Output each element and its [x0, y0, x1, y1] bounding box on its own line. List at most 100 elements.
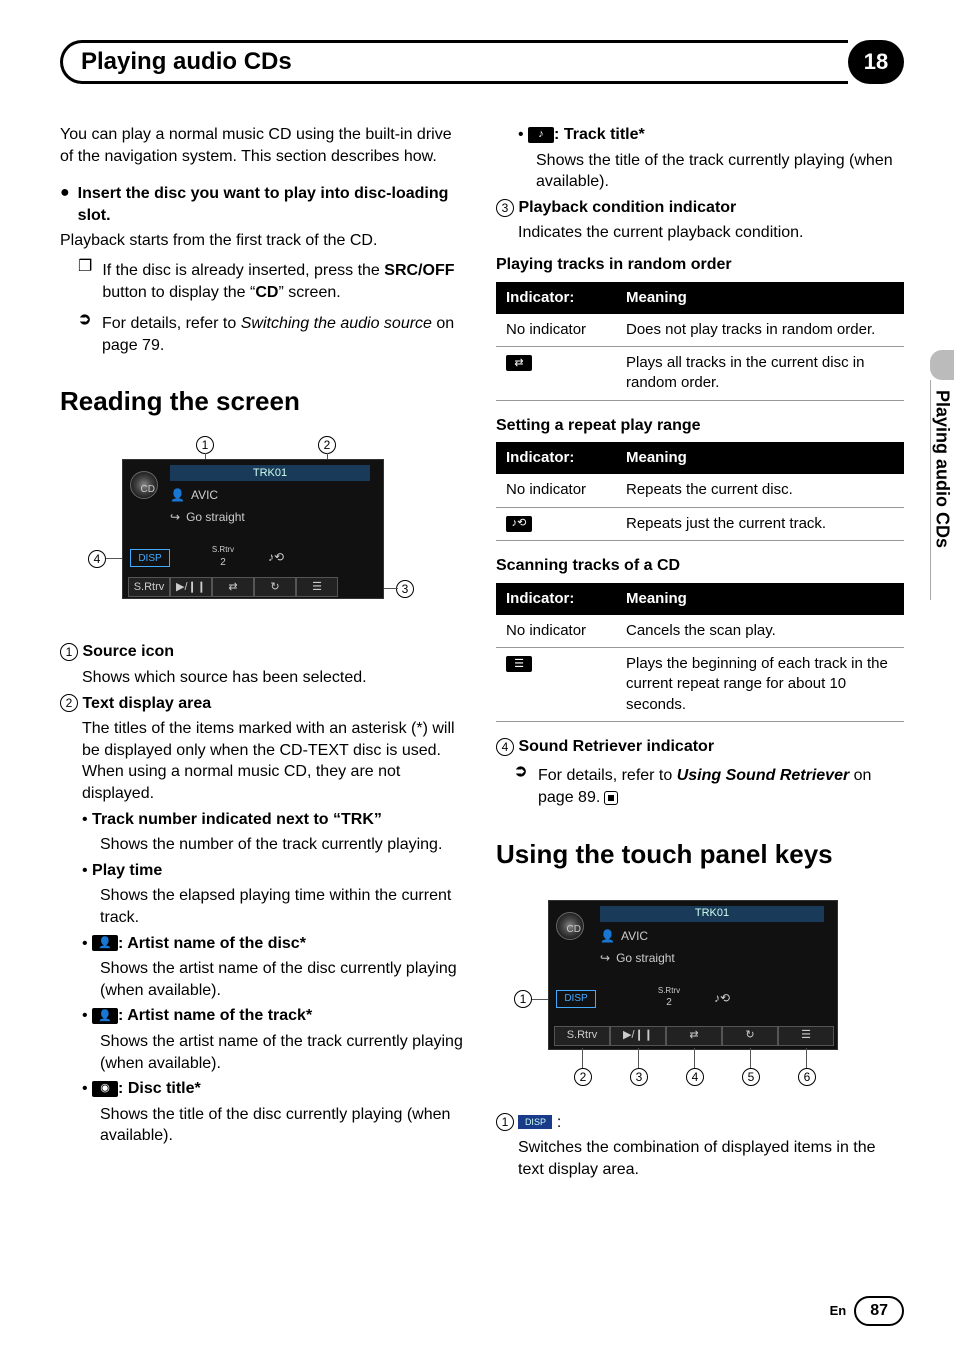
b3-head: : Artist name of the disc* [118, 935, 306, 952]
sr-indicator-2: S.Rtrv2 [654, 986, 684, 1010]
t-callout-2: 2 [574, 1068, 592, 1086]
shuffle-button[interactable]: ⇄ [212, 577, 254, 597]
artist-icon: 👤 [170, 487, 185, 503]
b2-head: Play time [92, 862, 162, 879]
srtrv-button[interactable]: S.Rtrv [128, 577, 170, 597]
t-callout-4: 4 [686, 1068, 704, 1086]
disp-inline-icon: DISP [518, 1115, 552, 1129]
side-tab: Playing audio CDs [930, 380, 954, 600]
page-number-badge: 87 [854, 1296, 904, 1326]
t3r1c2: Cancels the scan play. [616, 615, 904, 648]
item3-head: Playback condition indicator [518, 199, 736, 216]
shuffle-icon: ⇄ [506, 355, 532, 371]
random-order-table: Indicator:Meaning No indicatorDoes not p… [496, 282, 904, 401]
repeat-button-2[interactable]: ↻ [722, 1026, 778, 1046]
t-callout-3: 3 [630, 1068, 648, 1086]
item4-head: Sound Retriever indicator [518, 738, 714, 755]
left-column: You can play a normal music CD using the… [60, 120, 468, 1184]
repeat-indicator-icon: ♪⟲ [268, 549, 284, 565]
section-end-icon [604, 791, 618, 805]
step-heading: Insert the disc you want to play into di… [78, 183, 468, 226]
marker-3: 3 [496, 199, 514, 217]
artist-disc-icon: 👤 [92, 935, 118, 951]
b1-body: Shows the number of the track currently … [100, 834, 468, 856]
page-title: Playing audio CDs [81, 46, 292, 78]
touch-panel-figure: 1 CD TRK01 👤AVIC ↪Go straight DISP S.Rtr… [514, 882, 874, 1102]
track-bar: TRK01 [170, 465, 370, 481]
marker-2: 2 [60, 694, 78, 712]
play-pause-button-2[interactable]: ▶/❙❙ [610, 1026, 666, 1046]
callout-3: 3 [396, 580, 414, 598]
scan-icon: ☰ [506, 656, 532, 672]
cd-source-icon: CD [130, 471, 158, 499]
touch-marker-1: 1 [496, 1113, 514, 1131]
t2r1c2: Repeats the current disc. [616, 474, 904, 507]
shuffle-button-2[interactable]: ⇄ [666, 1026, 722, 1046]
t-callout-1: 1 [514, 990, 532, 1008]
th-meaning: Meaning [616, 282, 904, 314]
chapter-badge: 18 [848, 40, 904, 84]
t1r1c1: No indicator [496, 314, 616, 347]
intro-paragraph: You can play a normal music CD using the… [60, 124, 468, 167]
item1-head: Source icon [82, 643, 174, 660]
t3r2c2: Plays the beginning of each track in the… [616, 648, 904, 722]
table2-title: Setting a repeat play range [496, 415, 904, 437]
t3r2c1: ☰ [496, 648, 616, 722]
note-already-inserted: If the disc is already inserted, press t… [102, 260, 468, 303]
t2r2c1: ♪⟲ [496, 507, 616, 540]
right-column: • ♪: Track title* Shows the title of the… [496, 120, 904, 1184]
callout-2: 2 [318, 436, 336, 454]
reference-arrow-icon: ➲ [78, 309, 92, 360]
side-tab-pill [930, 350, 954, 380]
repeat-indicator-icon-2: ♪⟲ [714, 990, 730, 1006]
disp-button[interactable]: DISP [130, 549, 170, 567]
table3-title: Scanning tracks of a CD [496, 555, 904, 577]
item1-body: Shows which source has been selected. [82, 667, 468, 689]
item2-body: The titles of the items marked with an a… [82, 718, 468, 804]
b6-head: : Track title* [554, 126, 645, 143]
b2-body: Shows the elapsed playing time within th… [100, 885, 468, 928]
scan-button[interactable]: ☰ [296, 577, 338, 597]
page-footer: En 87 [830, 1296, 904, 1326]
t1r1c2: Does not play tracks in random order. [616, 314, 904, 347]
checkbox-icon: ❐ [78, 256, 92, 307]
disp-button-2[interactable]: DISP [556, 990, 596, 1008]
t-callout-5: 5 [742, 1068, 760, 1086]
touch-panel-heading: Using the touch panel keys [496, 837, 904, 872]
th-indicator: Indicator: [496, 282, 616, 314]
reading-screen-heading: Reading the screen [60, 384, 468, 419]
b4-head: : Artist name of the track* [118, 1007, 312, 1024]
t2r2c2: Repeats just the current track. [616, 507, 904, 540]
b5-head: : Disc title* [118, 1080, 201, 1097]
page-header: Playing audio CDs 18 [60, 40, 904, 84]
cd-source-icon-2: CD [556, 912, 584, 940]
title-box: Playing audio CDs [60, 40, 848, 84]
t1r2c2: Plays all tracks in the current disc in … [616, 347, 904, 401]
artist-track-icon: 👤 [92, 1008, 118, 1024]
marker-4: 4 [496, 738, 514, 756]
b6-body: Shows the title of the track currently p… [536, 150, 904, 193]
bullet-icon: ● [60, 183, 70, 226]
item4-ref: For details, refer to Using Sound Retrie… [538, 765, 904, 808]
t1r2c1: ⇄ [496, 347, 616, 401]
b5-body: Shows the title of the disc currently pl… [100, 1104, 468, 1147]
repeat-button[interactable]: ↻ [254, 577, 296, 597]
play-pause-button[interactable]: ▶/❙❙ [170, 577, 212, 597]
control-row: S.Rtrv ▶/❙❙ ⇄ ↻ ☰ [128, 577, 338, 597]
reference-arrow-icon: ➲ [514, 761, 528, 812]
track-bar-2: TRK01 [600, 906, 824, 922]
scan-button-2[interactable]: ☰ [778, 1026, 834, 1046]
go-straight-text: Go straight [186, 509, 245, 525]
step-description: Playback starts from the first track of … [60, 230, 468, 252]
nav-arrow-icon: ↪ [170, 509, 180, 525]
sound-retriever-indicator: S.Rtrv2 [208, 545, 238, 569]
b4-body: Shows the artist name of the track curre… [100, 1031, 468, 1074]
repeat-table: Indicator:Meaning No indicatorRepeats th… [496, 442, 904, 541]
srtrv-button-2[interactable]: S.Rtrv [554, 1026, 610, 1046]
artist-icon-2: 👤 [600, 928, 615, 944]
touch-item1-body: Switches the combination of displayed it… [518, 1137, 904, 1180]
marker-1: 1 [60, 643, 78, 661]
nav-arrow-icon-2: ↪ [600, 950, 610, 966]
t2r1c1: No indicator [496, 474, 616, 507]
disc-title-icon: ◉ [92, 1081, 118, 1097]
